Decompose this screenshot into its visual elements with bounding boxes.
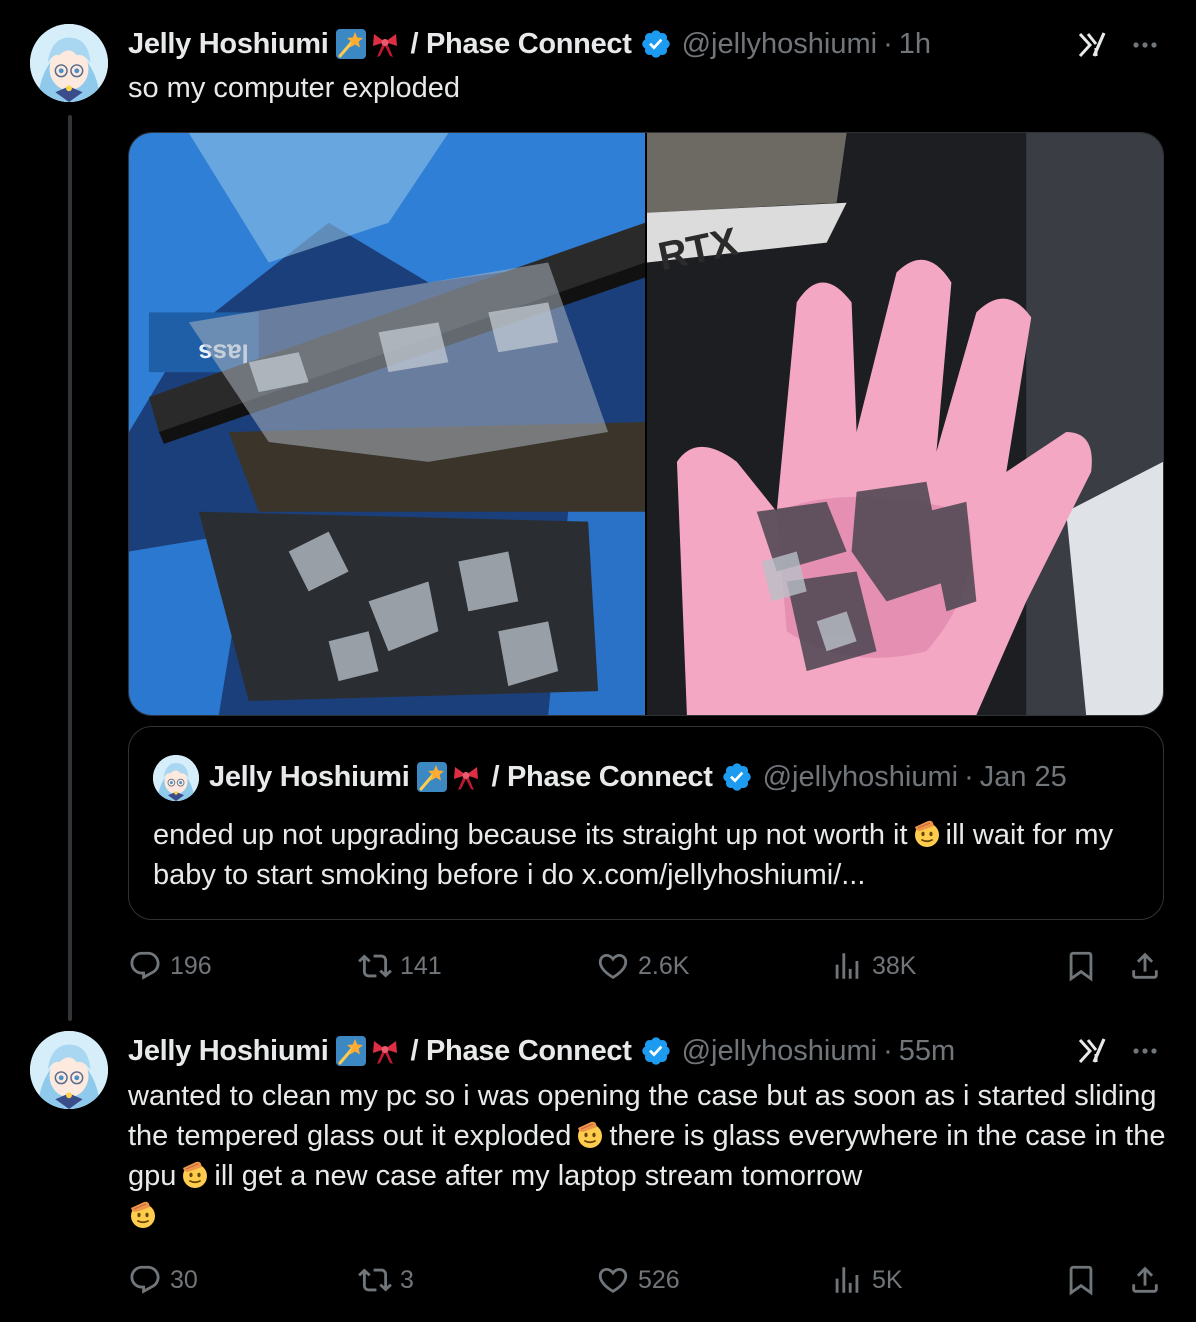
tweet-actions: 30 3 526 5K xyxy=(128,1260,1164,1300)
quoted-timestamp: Jan 25 xyxy=(979,760,1067,793)
like-icon xyxy=(596,949,630,983)
grok-icon[interactable] xyxy=(1074,28,1108,62)
tweet-actions: 196 141 2.6K 38K xyxy=(128,946,1164,986)
repost-button[interactable]: 3 xyxy=(358,1260,414,1300)
reply-button[interactable]: 30 xyxy=(128,1260,198,1300)
saluting-face-emoji xyxy=(912,819,942,849)
like-button[interactable]: 2.6K xyxy=(596,946,689,986)
bookmark-icon xyxy=(1064,1263,1098,1297)
saluting-face-emoji xyxy=(180,1160,210,1190)
more-icon[interactable] xyxy=(1128,1034,1162,1068)
media-image-gloved-hand[interactable]: RTX xyxy=(647,133,1163,715)
timestamp[interactable]: 1h xyxy=(899,28,931,61)
media-grid: lass RTX xyxy=(128,132,1164,716)
reply-count: 196 xyxy=(170,951,212,980)
saluting-face-emoji xyxy=(128,1200,158,1230)
repost-button[interactable]: 141 xyxy=(358,946,442,986)
repost-count: 3 xyxy=(400,1265,414,1294)
timestamp[interactable]: 55m xyxy=(899,1035,955,1068)
views-icon xyxy=(830,949,864,983)
reply-icon xyxy=(128,1263,162,1297)
media-image-glass-bag[interactable]: lass xyxy=(129,133,645,715)
share-icon xyxy=(1128,1263,1162,1297)
author-handle[interactable]: @jellyhoshiumi xyxy=(682,28,877,61)
author-handle[interactable]: @jellyhoshiumi xyxy=(682,1035,877,1068)
author-name[interactable]: Jelly Hoshiumi xyxy=(128,1035,329,1068)
quoted-author-handle: @jellyhoshiumi xyxy=(762,760,959,793)
avatar[interactable] xyxy=(30,24,108,102)
like-button[interactable]: 526 xyxy=(596,1260,680,1300)
tweet-header: Jelly Hoshiumi / Phase Connect @jellyhos… xyxy=(128,1031,955,1071)
verified-badge-icon xyxy=(721,761,753,793)
like-icon xyxy=(596,1263,630,1297)
quoted-author-name: Jelly Hoshiumi xyxy=(209,760,410,793)
bookmark-button[interactable] xyxy=(1064,946,1098,986)
ribbon-emoji xyxy=(370,1036,400,1066)
verified-badge-icon[interactable] xyxy=(640,28,672,60)
reply-icon xyxy=(128,949,162,983)
tweet-header: Jelly Hoshiumi / Phase Connect @jellyhos… xyxy=(128,24,931,64)
bookmark-icon xyxy=(1064,949,1098,983)
quoted-text-part: ended up not upgrading because its strai… xyxy=(153,819,908,851)
share-button[interactable] xyxy=(1128,1260,1162,1300)
ribbon-emoji xyxy=(451,762,481,792)
quoted-author-affiliation: / Phase Connect xyxy=(491,760,713,793)
separator-dot: · xyxy=(964,760,974,793)
views-icon xyxy=(830,1263,864,1297)
reply-count: 30 xyxy=(170,1265,198,1294)
author-name[interactable]: Jelly Hoshiumi xyxy=(128,28,329,61)
tweet-text: wanted to clean my pc so i was opening t… xyxy=(128,1076,1168,1236)
avatar[interactable] xyxy=(30,1031,108,1109)
views-count: 5K xyxy=(872,1265,903,1294)
repost-icon xyxy=(358,949,392,983)
quoted-tweet-header: Jelly Hoshiumi / Phase Connect @jellyhos… xyxy=(209,757,1067,797)
verified-badge-icon[interactable] xyxy=(640,1035,672,1067)
views-count: 38K xyxy=(872,951,917,980)
quoted-tweet-text: ended up not upgrading because its strai… xyxy=(153,815,1143,895)
quoted-avatar[interactable] xyxy=(153,755,199,801)
share-button[interactable] xyxy=(1128,946,1162,986)
ribbon-emoji xyxy=(370,29,400,59)
reply-button[interactable]: 196 xyxy=(128,946,212,986)
repost-count: 141 xyxy=(400,951,442,980)
separator-dot: · xyxy=(883,1034,893,1067)
more-icon[interactable] xyxy=(1128,28,1162,62)
saluting-face-emoji xyxy=(575,1120,605,1150)
avatar-image xyxy=(30,1031,108,1109)
repost-icon xyxy=(358,1263,392,1297)
author-affiliation[interactable]: / Phase Connect xyxy=(410,28,631,61)
bookmark-button[interactable] xyxy=(1064,1260,1098,1300)
shooting-star-emoji xyxy=(336,29,366,59)
tweet-text-part: ill get a new case after my laptop strea… xyxy=(214,1160,863,1192)
like-count: 2.6K xyxy=(638,951,690,980)
like-count: 526 xyxy=(638,1265,680,1294)
views-button[interactable]: 38K xyxy=(830,946,916,986)
avatar-image xyxy=(30,24,108,102)
shooting-star-emoji xyxy=(336,1036,366,1066)
grok-icon[interactable] xyxy=(1074,1034,1108,1068)
quoted-tweet[interactable]: Jelly Hoshiumi / Phase Connect @jellyhos… xyxy=(128,726,1164,920)
author-affiliation[interactable]: / Phase Connect xyxy=(410,1035,631,1068)
views-button[interactable]: 5K xyxy=(830,1260,903,1300)
share-icon xyxy=(1128,949,1162,983)
shooting-star-emoji xyxy=(417,762,447,792)
tweet-text: so my computer exploded xyxy=(128,72,461,104)
separator-dot: · xyxy=(883,27,893,60)
thread-connector-line xyxy=(68,115,72,1021)
